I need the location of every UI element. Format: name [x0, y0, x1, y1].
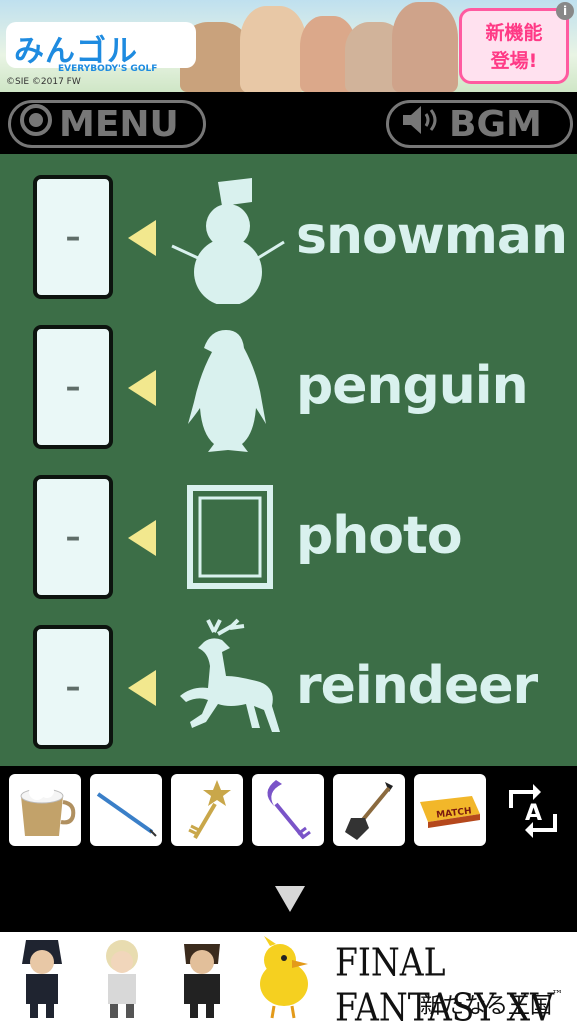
inventory-slot[interactable] — [252, 774, 324, 846]
inventory-slot[interactable]: MATCH — [414, 774, 486, 846]
bottom-ad-banner[interactable]: FINAL FANTASY XV 新たなる王国™ — [0, 932, 577, 1024]
ad-character — [22, 940, 62, 1018]
word-label: snowman — [296, 206, 568, 266]
ad-info-icon[interactable]: i — [556, 2, 574, 20]
star-key-icon — [188, 780, 231, 840]
shovel-icon — [345, 782, 393, 840]
photo-frame-icon — [187, 485, 273, 589]
ad-badge-line2: 登場! — [490, 50, 538, 72]
ad-logo-subtitle: EVERYBODY'S GOLF — [58, 64, 158, 74]
pointer-arrow-icon — [128, 220, 156, 256]
puzzle-row: – reindeer — [0, 604, 577, 749]
rotate-arrows-icon: A — [509, 784, 557, 838]
inventory-slot[interactable] — [333, 774, 405, 846]
ad-character — [392, 2, 458, 92]
word-label: reindeer — [296, 656, 538, 716]
swap-items-button[interactable]: A — [497, 774, 569, 846]
record-icon — [19, 103, 53, 146]
cup-with-snow-icon — [20, 784, 76, 836]
pointer-arrow-icon — [128, 370, 156, 406]
word-label: photo — [296, 506, 463, 566]
slot-value: – — [65, 369, 81, 405]
puzzle-row: – penguin — [0, 304, 577, 452]
ad-badge-line1: 新機能 — [485, 22, 543, 44]
inventory-bar: MATCH A — [0, 766, 577, 931]
ad-ff-subtitle-text: 新たなる王国 — [420, 994, 553, 1019]
swap-label: A — [525, 801, 542, 826]
ad-ff-subtitle: 新たなる王国™ — [420, 988, 563, 1020]
ad-character — [106, 940, 138, 1018]
answer-slot[interactable]: – — [33, 175, 113, 299]
puzzle-board: – snowman – penguin – photo – reindeer — [0, 154, 577, 766]
top-ad-banner[interactable]: みんゴル EVERYBODY'S GOLF ©SIE ©2017 FW 新機能 … — [0, 0, 577, 92]
slot-value: – — [65, 669, 81, 705]
chocobo-icon — [260, 936, 308, 1019]
ad-trademark: ™ — [552, 988, 564, 1001]
pointer-arrow-icon — [128, 670, 156, 706]
snowman-icon — [171, 178, 285, 304]
puzzle-row: – photo — [0, 454, 577, 599]
bgm-button[interactable]: BGM — [386, 100, 573, 148]
puzzle-row: – snowman — [0, 154, 577, 304]
moon-key-icon — [267, 780, 311, 840]
pointer-arrow-icon — [128, 520, 156, 556]
reindeer-icon — [180, 618, 280, 732]
answer-slot[interactable]: – — [33, 625, 113, 749]
speaker-icon — [401, 103, 443, 146]
menu-bar: MENU BGM — [0, 92, 577, 154]
ad-character — [184, 944, 220, 1018]
answer-slot[interactable]: – — [33, 325, 113, 449]
menu-button[interactable]: MENU — [8, 100, 206, 148]
ad-copyright: ©SIE ©2017 FW — [6, 77, 81, 87]
penguin-icon — [188, 330, 266, 452]
slot-value: – — [65, 519, 81, 555]
pencil-icon — [96, 792, 157, 837]
scroll-down-arrow-icon[interactable] — [275, 886, 305, 912]
inventory-slot[interactable] — [90, 774, 162, 846]
ad-new-feature-badge: 新機能 登場! — [459, 8, 569, 84]
matchbox-icon: MATCH — [420, 796, 480, 828]
answer-slot[interactable]: – — [33, 475, 113, 599]
menu-label: MENU — [59, 103, 179, 145]
inventory-slot[interactable] — [171, 774, 243, 846]
inventory-slot[interactable] — [9, 774, 81, 846]
ad-character — [240, 6, 306, 92]
word-label: penguin — [296, 356, 529, 416]
slot-value: – — [65, 219, 81, 255]
bgm-label: BGM — [449, 103, 542, 145]
